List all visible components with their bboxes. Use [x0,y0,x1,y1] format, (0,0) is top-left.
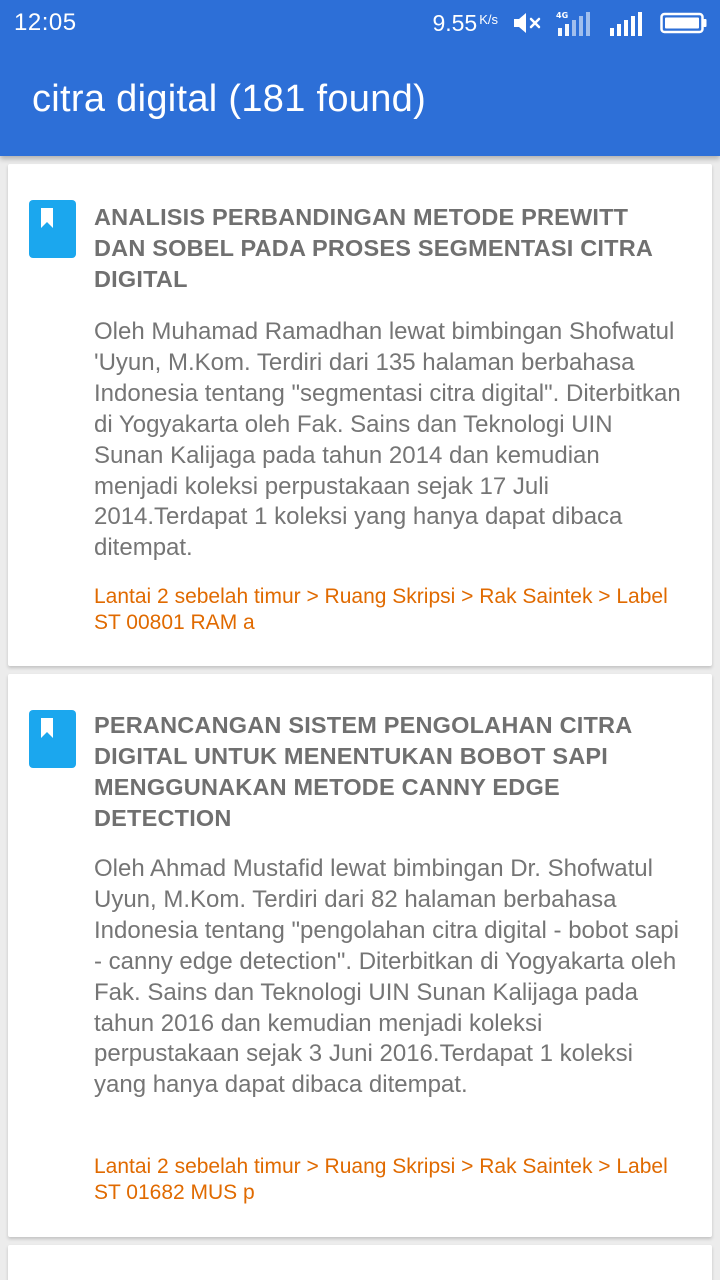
result-title: ANALISIS PERBANDINGAN METODE PREWITT DAN… [94,204,653,292]
battery-icon [660,11,708,35]
bookmark-icon [29,710,76,768]
result-card-partial[interactable] [8,1245,712,1280]
app-screen: 12:05 9.55 K/s 4G citra digital (181 fou… [0,0,720,1280]
result-card[interactable]: PERANCANGAN SISTEM PENGOLAHAN CITRA DIGI… [8,674,712,1237]
status-icons: 9.55 K/s 4G [432,8,708,38]
status-time: 12:05 [14,9,77,36]
result-card[interactable]: ANALISIS PERBANDINGAN METODE PREWITT DAN… [8,164,712,666]
network-speed: 9.55 K/s [432,10,498,37]
network-speed-unit: K/s [479,11,498,27]
network-speed-value: 9.55 [432,9,478,36]
top-bar: 12:05 9.55 K/s 4G citra digital (181 fou… [0,0,720,156]
result-location: Lantai 2 sebelah timur > Ruang Skripsi >… [94,585,668,634]
result-description: Oleh Muhamad Ramadhan lewat bimbingan Sh… [94,318,681,562]
page-title: citra digital (181 found) [32,78,427,120]
result-title: PERANCANGAN SISTEM PENGOLAHAN CITRA DIGI… [94,712,632,831]
result-description: Oleh Ahmad Mustafid lewat bimbingan Dr. … [94,855,679,1099]
mute-icon [512,11,542,35]
result-location: Lantai 2 sebelah timur > Ruang Skripsi >… [94,1155,668,1204]
signal-4g-icon: 4G [556,10,594,36]
svg-text:4G: 4G [556,11,568,20]
signal-icon [608,10,646,36]
bookmark-icon [29,200,76,258]
status-bar: 12:05 9.55 K/s 4G [0,0,720,46]
